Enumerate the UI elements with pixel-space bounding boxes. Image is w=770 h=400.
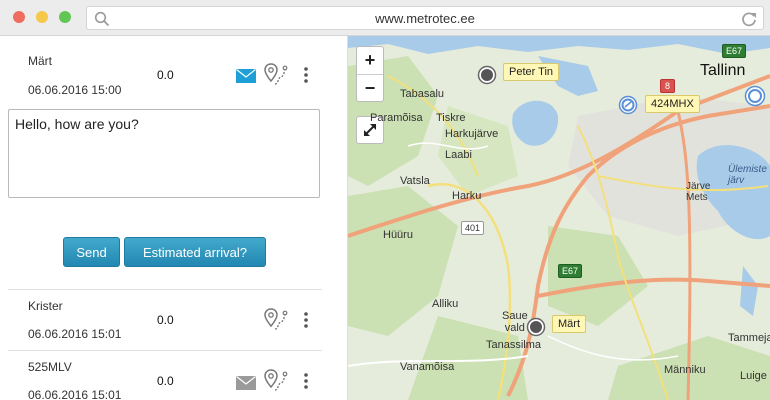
vehicle-label[interactable]: Märt [552,315,586,333]
road-shield: E67 [558,264,583,278]
vehicle-speed: 0.0 [157,374,174,388]
place-label: Tabasalu [400,88,445,100]
place-label: Järve Mets [686,181,711,203]
place-label: Paramõisa [370,112,423,124]
vehicle-speed: 0.0 [157,313,174,327]
more-options-icon[interactable] [304,67,308,83]
place-label: Tammeja [728,332,770,344]
reload-icon[interactable] [740,10,758,28]
vehicle-speed: 0.0 [157,68,174,82]
vehicle-panel: Märt 06.06.2016 15:00 0.0 Hello, how are… [0,36,348,400]
envelope-icon[interactable] [236,376,256,390]
road-shield: 8 [660,79,676,93]
vehicle-name: Krister [28,299,63,313]
address-bar[interactable]: www.metrotec.ee [86,6,764,30]
url-text: www.metrotec.ee [375,11,475,26]
vehicle-time: 06.06.2016 15:01 [28,388,122,400]
vehicle-marker-icon[interactable] [526,317,546,337]
place-label: Hüüru [383,229,413,241]
place-label: Tiskre [436,112,466,124]
vehicle-row[interactable]: 525MLV 06.06.2016 15:01 0.0 [8,351,322,400]
browser-toolbar: www.metrotec.ee [0,0,770,36]
zoom-out-button[interactable]: − [357,75,383,102]
vehicle-name: Märt [28,54,52,68]
place-label: Harku [452,190,482,202]
zoom-in-button[interactable]: + [357,47,383,75]
vehicle-time: 06.06.2016 15:00 [28,83,122,97]
vehicle-marker-icon[interactable] [477,65,497,85]
place-label: Laabi [445,149,472,161]
envelope-icon[interactable] [236,69,256,83]
route-pin-icon[interactable] [264,63,288,87]
place-label: Tanassilma [486,339,542,351]
vehicle-label[interactable]: 424MHX [645,95,700,113]
minimize-window-button[interactable] [36,11,48,23]
vehicle-time: 06.06.2016 15:01 [28,327,122,341]
map-view[interactable]: + − Tallinn Tabasalu Paramõisa Tiskre Ha… [348,36,770,400]
place-label: Vanamõisa [400,361,455,373]
place-label: Alliku [432,298,459,310]
send-button[interactable]: Send [63,237,120,267]
route-pin-icon[interactable] [264,308,288,332]
vehicle-label[interactable]: Peter Tin [503,63,560,81]
lake-label: Ülemiste järv [728,164,767,186]
road-shield: E67 [722,44,747,58]
zoom-control: + − [356,46,384,102]
vehicle-row[interactable]: Krister 06.06.2016 15:01 0.0 [8,290,322,351]
more-options-icon[interactable] [304,312,308,328]
place-label: Harkujärve [445,128,499,140]
message-input[interactable]: Hello, how are you? [8,109,320,198]
place-label: Saue vald [502,310,528,334]
road-shield: 401 [461,221,485,235]
vehicle-marker-icon[interactable] [744,85,766,107]
vehicle-name: 525MLV [28,360,72,374]
place-label: Männiku [664,364,706,376]
maximize-window-button[interactable] [59,11,71,23]
place-label: Luige [740,370,767,382]
vehicle-marker-icon[interactable] [618,95,638,115]
close-window-button[interactable] [13,11,25,23]
estimated-arrival-button[interactable]: Estimated arrival? [124,237,266,267]
vehicle-row[interactable]: Märt 06.06.2016 15:00 0.0 [8,36,322,105]
more-options-icon[interactable] [304,373,308,389]
place-label: Tallinn [700,62,746,79]
route-pin-icon[interactable] [264,369,288,393]
place-label: Vatsla [400,175,430,187]
